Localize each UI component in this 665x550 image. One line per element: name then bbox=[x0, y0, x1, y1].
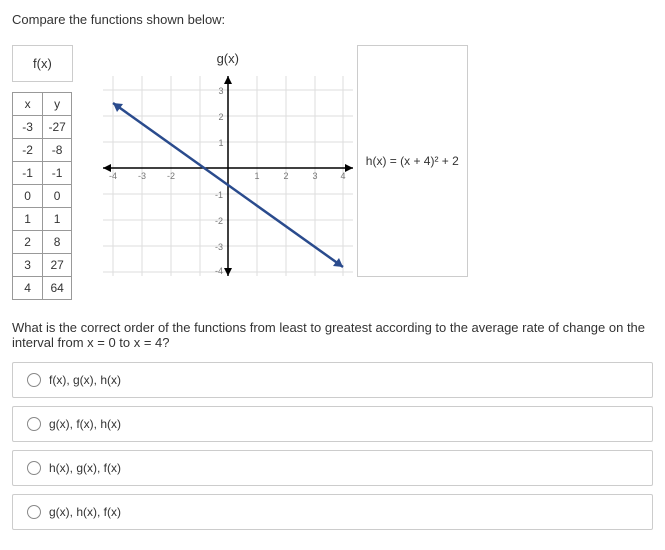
cell: 0 bbox=[13, 185, 43, 208]
cell: 1 bbox=[13, 208, 43, 231]
option-label: g(x), f(x), h(x) bbox=[49, 417, 121, 431]
cell: 4 bbox=[13, 277, 43, 300]
svg-text:1: 1 bbox=[254, 171, 259, 181]
option-b[interactable]: g(x), f(x), h(x) bbox=[12, 406, 653, 442]
h-column: h(x) = (x + 4)² + 2 bbox=[357, 45, 468, 277]
option-a[interactable]: f(x), g(x), h(x) bbox=[12, 362, 653, 398]
svg-text:3: 3 bbox=[312, 171, 317, 181]
option-c[interactable]: h(x), g(x), f(x) bbox=[12, 450, 653, 486]
th-y: y bbox=[42, 93, 72, 116]
svg-text:2: 2 bbox=[218, 112, 223, 122]
svg-text:-3: -3 bbox=[138, 171, 146, 181]
option-label: h(x), g(x), f(x) bbox=[49, 461, 121, 475]
cell: 27 bbox=[42, 254, 72, 277]
radio-icon bbox=[27, 505, 41, 519]
g-label: g(x) bbox=[103, 45, 353, 76]
radio-icon bbox=[27, 461, 41, 475]
cell: -3 bbox=[13, 116, 43, 139]
g-graph: -3 -2 -4 1 2 3 4 3 2 1 -1 -2 -3 -4 bbox=[103, 76, 353, 276]
svg-text:4: 4 bbox=[340, 171, 345, 181]
prompt-text: Compare the functions shown below: bbox=[12, 12, 653, 27]
option-d[interactable]: g(x), h(x), f(x) bbox=[12, 494, 653, 530]
svg-text:2: 2 bbox=[283, 171, 288, 181]
cell: 0 bbox=[42, 185, 72, 208]
h-formula: h(x) = (x + 4)² + 2 bbox=[366, 154, 459, 168]
cell: -1 bbox=[42, 162, 72, 185]
f-column: f(x) xy -3-27 -2-8 -1-1 00 11 28 327 464 bbox=[12, 45, 73, 300]
svg-text:1: 1 bbox=[218, 138, 223, 148]
question-text: What is the correct order of the functio… bbox=[12, 320, 653, 350]
radio-icon bbox=[27, 417, 41, 431]
f-table: xy -3-27 -2-8 -1-1 00 11 28 327 464 bbox=[12, 92, 72, 300]
cell: 1 bbox=[42, 208, 72, 231]
cell: 64 bbox=[42, 277, 72, 300]
svg-text:-4: -4 bbox=[109, 171, 117, 181]
svg-text:3: 3 bbox=[218, 86, 223, 96]
svg-text:-2: -2 bbox=[215, 216, 223, 226]
g-column: g(x) -3 -2 -4 bbox=[103, 45, 353, 279]
option-label: g(x), h(x), f(x) bbox=[49, 505, 121, 519]
cell: 3 bbox=[13, 254, 43, 277]
cell: -1 bbox=[13, 162, 43, 185]
svg-text:-4: -4 bbox=[215, 266, 223, 276]
svg-text:-1: -1 bbox=[215, 190, 223, 200]
th-x: x bbox=[13, 93, 43, 116]
cell: 8 bbox=[42, 231, 72, 254]
cell: -27 bbox=[42, 116, 72, 139]
svg-text:-3: -3 bbox=[215, 242, 223, 252]
cell: -8 bbox=[42, 139, 72, 162]
f-label: f(x) bbox=[12, 45, 73, 82]
cell: -2 bbox=[13, 139, 43, 162]
svg-text:-2: -2 bbox=[167, 171, 175, 181]
option-label: f(x), g(x), h(x) bbox=[49, 373, 121, 387]
radio-icon bbox=[27, 373, 41, 387]
cell: 2 bbox=[13, 231, 43, 254]
